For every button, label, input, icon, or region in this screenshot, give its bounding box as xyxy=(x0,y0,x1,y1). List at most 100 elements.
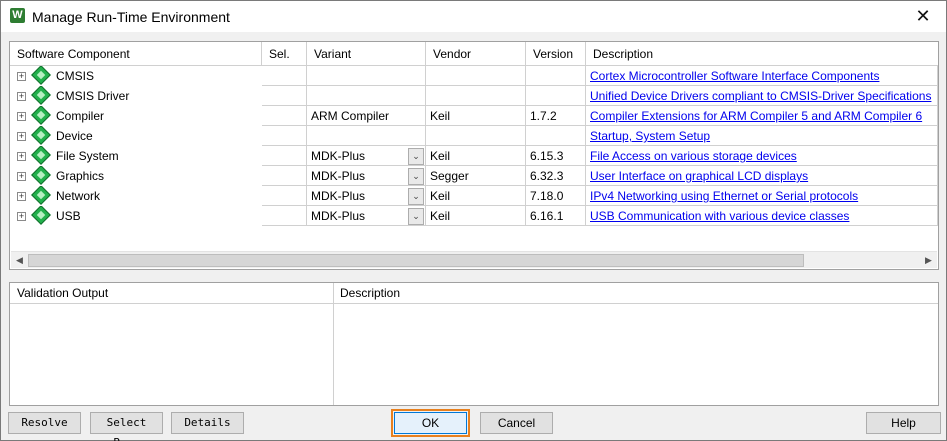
component-icon xyxy=(31,86,51,105)
description-link[interactable]: User Interface on graphical LCD displays xyxy=(590,169,808,183)
component-name-cell: + File System xyxy=(10,146,262,166)
component-row[interactable]: + USB MDK-Plus ⌄ Keil 6.16.1 USB Communication… xyxy=(10,206,938,226)
sel-cell[interactable] xyxy=(262,126,307,146)
component-icon xyxy=(31,186,51,205)
expand-icon[interactable]: + xyxy=(17,192,26,201)
sel-cell[interactable] xyxy=(262,146,307,166)
vendor-cell: Keil xyxy=(426,106,526,126)
details-button[interactable]: Details xyxy=(171,412,244,434)
variant-cell[interactable] xyxy=(307,126,426,146)
variant-value: MDK-Plus xyxy=(311,169,366,183)
header-sel[interactable]: Sel. xyxy=(262,42,307,65)
sel-cell[interactable] xyxy=(262,66,307,86)
expand-icon[interactable]: + xyxy=(17,92,26,101)
description-cell[interactable]: File Access on various storage devices xyxy=(586,146,938,166)
sel-cell[interactable] xyxy=(262,106,307,126)
vendor-cell: Keil xyxy=(426,186,526,206)
chevron-down-icon[interactable]: ⌄ xyxy=(408,208,424,225)
header-vendor[interactable]: Vendor xyxy=(426,42,526,65)
expand-icon[interactable]: + xyxy=(17,132,26,141)
variant-cell[interactable] xyxy=(307,66,426,86)
component-name: Network xyxy=(56,189,101,203)
version-value: 6.16.1 xyxy=(530,209,564,223)
description-cell[interactable]: Startup, System Setup xyxy=(586,126,938,146)
component-name-cell: + Device xyxy=(10,126,262,146)
sel-cell[interactable] xyxy=(262,86,307,106)
vendor-value: Keil xyxy=(430,109,451,123)
description-cell[interactable]: Cortex Microcontroller Software Interfac… xyxy=(586,66,938,86)
component-icon xyxy=(31,66,51,85)
header-software-component[interactable]: Software Component xyxy=(10,42,262,65)
expand-icon[interactable]: + xyxy=(17,72,26,81)
keil-app-icon: W xyxy=(10,8,25,23)
expand-icon[interactable]: + xyxy=(17,172,26,181)
component-icon xyxy=(31,146,51,165)
variant-cell[interactable]: ARM Compiler xyxy=(307,106,426,126)
description-cell[interactable]: USB Communication with various device cl… xyxy=(586,206,938,226)
title-bar: W Manage Run-Time Environment ✕ xyxy=(1,1,946,32)
component-name-cell: + Network xyxy=(10,186,262,206)
scroll-left-icon[interactable]: ◀ xyxy=(11,252,28,269)
variant-cell[interactable]: MDK-Plus ⌄ xyxy=(307,186,426,206)
component-name: Device xyxy=(56,129,93,143)
component-name: File System xyxy=(56,149,119,163)
select-packs-button[interactable]: Select P... xyxy=(90,412,163,441)
chevron-down-icon[interactable]: ⌄ xyxy=(408,168,424,185)
description-cell[interactable]: User Interface on graphical LCD displays xyxy=(586,166,938,186)
grid-header: Software Component Sel. Variant Vendor V… xyxy=(10,42,938,66)
component-row[interactable]: + Graphics MDK-Plus ⌄ Segger 6.32.3 User Inter… xyxy=(10,166,938,186)
scroll-right-icon[interactable]: ▶ xyxy=(920,252,937,269)
chevron-down-icon[interactable]: ⌄ xyxy=(408,148,424,165)
chevron-down-icon[interactable]: ⌄ xyxy=(408,188,424,205)
description-link[interactable]: Compiler Extensions for ARM Compiler 5 a… xyxy=(590,109,922,123)
description-link[interactable]: Cortex Microcontroller Software Interfac… xyxy=(590,69,879,83)
description-link[interactable]: Startup, System Setup xyxy=(590,129,710,143)
vendor-value: Keil xyxy=(430,209,451,223)
description-link[interactable]: Unified Device Drivers compliant to CMSI… xyxy=(590,89,931,103)
vendor-value: Segger xyxy=(430,169,469,183)
vendor-cell xyxy=(426,66,526,86)
component-row[interactable]: + CMSIS Cortex Microcontroller Software In… xyxy=(10,66,938,86)
component-icon xyxy=(31,206,51,225)
description-link[interactable]: USB Communication with various device cl… xyxy=(590,209,849,223)
component-name-cell: + USB xyxy=(10,206,262,226)
expand-icon[interactable]: + xyxy=(17,112,26,121)
variant-cell[interactable]: MDK-Plus ⌄ xyxy=(307,166,426,186)
description-cell[interactable]: Compiler Extensions for ARM Compiler 5 a… xyxy=(586,106,938,126)
ok-button[interactable]: OK xyxy=(391,409,470,437)
help-button[interactable]: Help xyxy=(866,412,941,434)
component-row[interactable]: + CMSIS Driver Unified Device Drivers comp… xyxy=(10,86,938,106)
variant-cell[interactable]: MDK-Plus ⌄ xyxy=(307,146,426,166)
version-value: 1.7.2 xyxy=(530,109,557,123)
sel-cell[interactable] xyxy=(262,206,307,226)
vendor-cell xyxy=(426,86,526,106)
description-cell[interactable]: Unified Device Drivers compliant to CMSI… xyxy=(586,86,938,106)
component-row[interactable]: + Compiler ARM Compiler Keil 1.7.2 Compiler E… xyxy=(10,106,938,126)
cancel-button[interactable]: Cancel xyxy=(480,412,553,434)
sel-cell[interactable] xyxy=(262,166,307,186)
description-link[interactable]: IPv4 Networking using Ethernet or Serial… xyxy=(590,189,858,203)
horizontal-scrollbar[interactable]: ◀ ▶ xyxy=(11,251,937,268)
validation-column-divider xyxy=(333,283,334,405)
version-value: 6.32.3 xyxy=(530,169,564,183)
description-cell[interactable]: IPv4 Networking using Ethernet or Serial… xyxy=(586,186,938,206)
vendor-cell: Keil xyxy=(426,146,526,166)
component-row[interactable]: + File System MDK-Plus ⌄ Keil 6.15.3 File Acce… xyxy=(10,146,938,166)
component-row[interactable]: + Network MDK-Plus ⌄ Keil 7.18.0 IPv4 Networki… xyxy=(10,186,938,206)
variant-cell[interactable]: MDK-Plus ⌄ xyxy=(307,206,426,226)
validation-panel: Validation Output Description xyxy=(9,282,939,406)
component-row[interactable]: + Device Startup, System Setup xyxy=(10,126,938,146)
header-version[interactable]: Version xyxy=(526,42,586,65)
sel-cell[interactable] xyxy=(262,186,307,206)
expand-icon[interactable]: + xyxy=(17,152,26,161)
manage-rte-dialog: W Manage Run-Time Environment ✕ Software… xyxy=(0,0,947,441)
header-description[interactable]: Description xyxy=(586,42,938,65)
close-icon[interactable]: ✕ xyxy=(900,1,946,32)
resolve-button[interactable]: Resolve xyxy=(8,412,81,434)
scrollbar-thumb[interactable] xyxy=(28,254,804,267)
component-name: Graphics xyxy=(56,169,105,183)
header-variant[interactable]: Variant xyxy=(307,42,426,65)
variant-cell[interactable] xyxy=(307,86,426,106)
description-link[interactable]: File Access on various storage devices xyxy=(590,149,797,163)
expand-icon[interactable]: + xyxy=(17,212,26,221)
